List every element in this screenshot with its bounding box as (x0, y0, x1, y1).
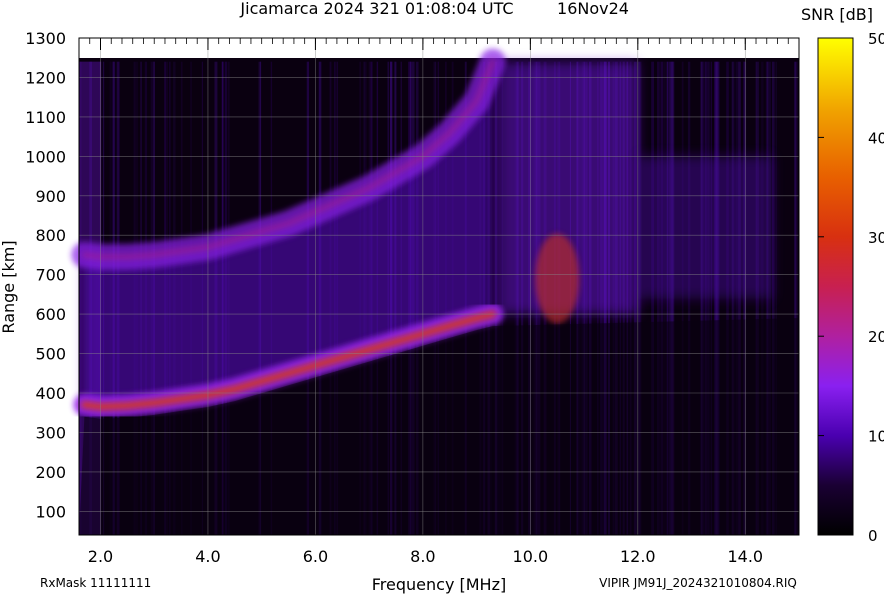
y-tick-label: 100 (35, 502, 66, 521)
x-axis-label: Frequency [MHz] (372, 575, 506, 594)
y-tick-label: 200 (35, 463, 66, 482)
plot-area (71, 37, 800, 536)
x-tick-label: 10.0 (513, 547, 549, 566)
x-tick-label: 4.0 (195, 547, 220, 566)
colorbar-tick-label: 10 (868, 428, 884, 446)
echo-region (637, 156, 773, 299)
colorbar-gradient (817, 37, 854, 536)
colorbar-tick-label: 0 (868, 527, 878, 545)
x-tick-label: 2.0 (88, 547, 113, 566)
y-tick-label: 1300 (25, 29, 66, 48)
colorbar-label: SNR [dB] (801, 5, 873, 24)
x-tick-label: 14.0 (727, 547, 763, 566)
colorbar-tick-label: 50 (868, 30, 884, 48)
y-axis: 100 200 300 400 500 600 700 800 900 1000 1100 1200 1… (25, 29, 66, 521)
y-tick-label: 500 (35, 345, 66, 364)
colorbar-tick-label: 30 (868, 229, 884, 247)
x-tick-label: 8.0 (410, 547, 435, 566)
x-tick-label: 6.0 (303, 547, 328, 566)
y-tick-label: 400 (35, 384, 66, 403)
colorbar-tick-label: 40 (868, 129, 884, 147)
chart-title: Jicamarca 2024 321 01:08:04 UTC (239, 0, 513, 18)
echo-hotspot (535, 233, 580, 324)
colorbar-tick-label: 20 (868, 328, 884, 346)
y-tick-label: 300 (35, 423, 66, 442)
y-tick-label: 700 (35, 266, 66, 285)
x-tick-label: 12.0 (620, 547, 656, 566)
date-label: 16Nov24 (557, 0, 629, 18)
y-tick-label: 1200 (25, 68, 66, 87)
y-axis-label: Range [km] (0, 240, 18, 333)
y-tick-label: 800 (35, 226, 66, 245)
footer-right: VIPIR JM91J_2024321010804.RIQ (599, 576, 797, 590)
colorbar: 0 10 20 30 40 50 (817, 30, 884, 545)
footer-left: RxMask 11111111 (40, 576, 151, 590)
y-tick-label: 600 (35, 305, 66, 324)
ionogram-chart: Jicamarca 2024 321 01:08:04 UTC 16Nov24 … (0, 0, 884, 594)
y-tick-label: 1000 (25, 147, 66, 166)
y-tick-label: 1100 (25, 108, 66, 127)
y-tick-label: 900 (35, 187, 66, 206)
